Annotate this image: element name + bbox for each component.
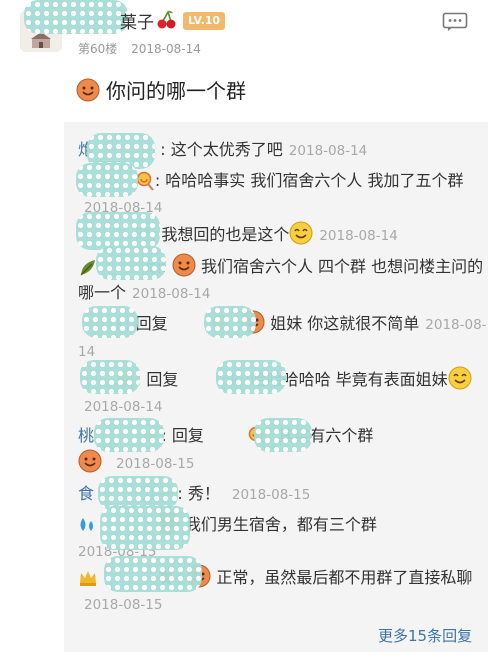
username-mosaic: [24, 0, 128, 34]
comment-time: 2018-08-14: [84, 399, 163, 415]
water-drop-icon: [80, 518, 93, 531]
post-content: 你问的哪一个群: [76, 75, 246, 104]
comment-time: 2018-08-15: [84, 597, 163, 613]
privacy-mosaic: [76, 163, 138, 197]
comment-text: 我们男生宿舍，都有三个群: [184, 515, 377, 534]
more-replies-link[interactable]: 更多15条回复: [378, 625, 472, 646]
castle-icon: [31, 32, 51, 48]
post-meta: 第60楼 2018-08-14: [78, 40, 201, 57]
grin-emoji: [448, 366, 472, 390]
sub-comment[interactable]: xxxxk: 回复 xxxx : 姐妹 你这就很不简单2018-08-14: [78, 310, 488, 365]
reply-word: 回复: [135, 314, 168, 333]
grin-emoji: [289, 221, 313, 245]
privacy-mosaic: [82, 306, 138, 338]
privacy-mosaic: [76, 212, 160, 250]
floor-number: 第60楼: [78, 42, 118, 56]
privacy-mosaic: [80, 360, 140, 394]
reply-comment-icon[interactable]: [442, 12, 468, 32]
smile-emoji: [78, 449, 102, 473]
commenter-name[interactable]: 桃: [78, 426, 94, 445]
privacy-mosaic: [94, 418, 164, 452]
privacy-mosaic: [100, 506, 190, 550]
privacy-mosaic: [254, 418, 312, 452]
comment-text: 我想回的也是这个: [161, 225, 290, 244]
comment-time: 2018-08-14: [132, 286, 211, 302]
comment-text: 哈哈哈事实 我们宿舍六个人 我加了五个群: [165, 171, 464, 190]
crown-icon: [80, 571, 96, 586]
reply-word: 回复: [171, 426, 204, 445]
post-date: 2018-08-14: [131, 42, 201, 56]
privacy-mosaic: [98, 476, 178, 510]
privacy-mosaic: [204, 306, 256, 338]
smile-emoji: [76, 78, 100, 102]
privacy-mosaic: [96, 246, 166, 280]
comment-text: 秀！: [187, 484, 220, 503]
smile-emoji: [172, 253, 196, 277]
commenter-name[interactable]: 食: [78, 484, 94, 503]
reply-word: 回复: [146, 370, 179, 389]
privacy-mosaic: [216, 360, 286, 394]
comment-time: 2018-08-15: [231, 487, 311, 503]
comment-time: 2018-08-15: [116, 456, 195, 472]
level-badge: LV.10: [183, 12, 226, 30]
comment-time: 2018-08-14: [288, 143, 368, 159]
post-header: 菓子 LV.10 第60楼 2018-08-14: [0, 0, 500, 60]
comment-time: 2018-08-14: [319, 228, 398, 244]
leaf-icon: [80, 260, 95, 276]
cherry-icon: [157, 10, 176, 29]
comment-text: 这个太优秀了吧: [170, 140, 283, 159]
post-username[interactable]: 菓子: [120, 8, 154, 33]
comment-text: 正常，虽然最后都不用群了直接私聊: [216, 568, 473, 587]
comment-text: 姐妹 你这就很不简单: [270, 314, 420, 333]
privacy-mosaic: [104, 556, 202, 592]
post-content-text: 你问的哪一个群: [106, 79, 246, 103]
